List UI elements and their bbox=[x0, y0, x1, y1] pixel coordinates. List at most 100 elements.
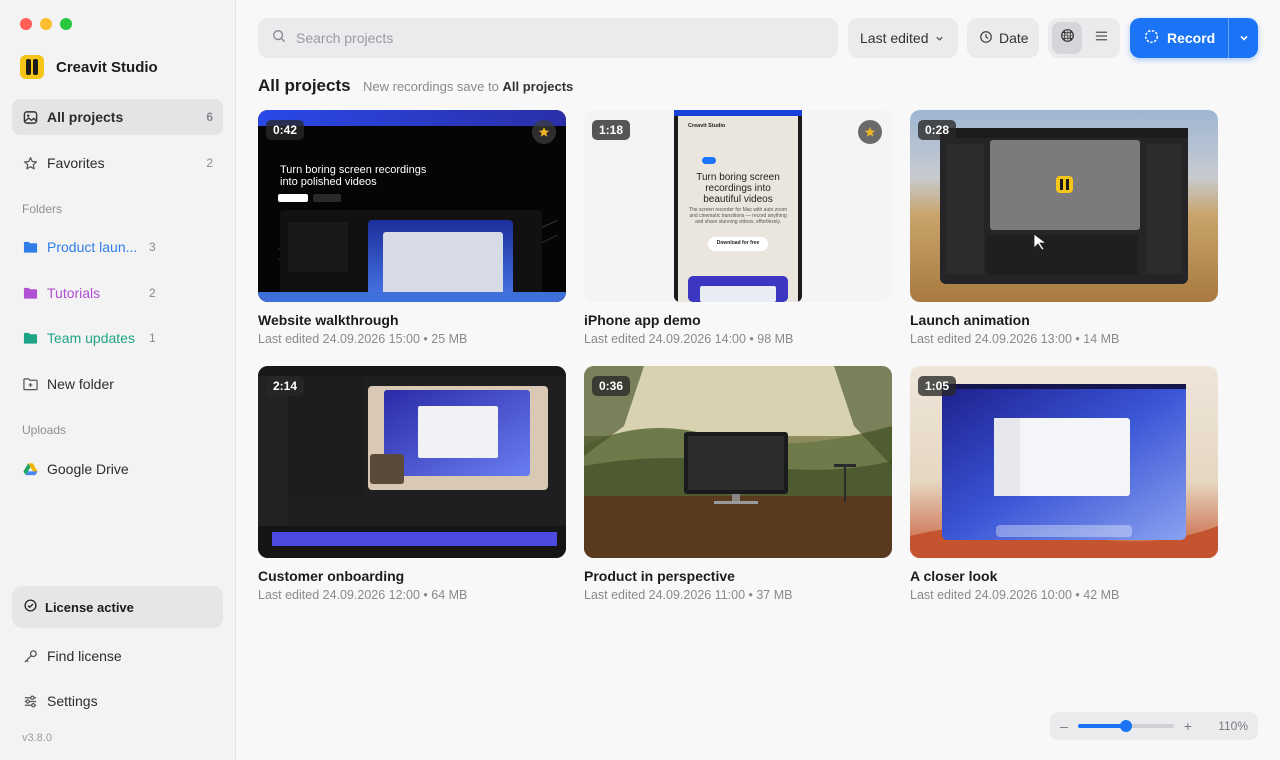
duration-badge: 2:14 bbox=[266, 376, 305, 396]
key-icon bbox=[22, 648, 38, 664]
zoom-control: – + 110% bbox=[1050, 712, 1258, 740]
count-badge: 6 bbox=[206, 110, 213, 124]
record-button[interactable]: Record bbox=[1130, 18, 1228, 58]
folders-section-label: Folders bbox=[22, 202, 63, 216]
folder-icon bbox=[22, 285, 38, 301]
grid-icon bbox=[1060, 28, 1075, 48]
app-name: Creavit Studio bbox=[56, 58, 158, 76]
duration-badge: 1:18 bbox=[592, 120, 631, 140]
project-title: Product in perspective bbox=[584, 568, 735, 584]
license-status[interactable]: License active bbox=[12, 586, 223, 628]
duration-badge: 1:05 bbox=[918, 376, 957, 396]
thumbnail-cta: Download for free bbox=[716, 240, 760, 246]
project-title: Launch animation bbox=[910, 312, 1030, 328]
save-location-prefix: New recordings save to bbox=[363, 79, 499, 94]
favorite-star-icon[interactable] bbox=[532, 120, 556, 144]
save-location-note: New recordings save to All projects bbox=[363, 79, 573, 94]
list-icon bbox=[1095, 29, 1108, 47]
sidebar-folder-team-updates[interactable]: Team updates 1 bbox=[12, 320, 223, 356]
page-title: All projects bbox=[258, 76, 351, 95]
photo-icon bbox=[22, 109, 38, 125]
project-meta: Last edited 24.09.2026 13:00 • 14 MB bbox=[910, 332, 1120, 346]
search-input[interactable] bbox=[296, 30, 824, 46]
project-meta: Last edited 24.09.2026 14:00 • 98 MB bbox=[584, 332, 794, 346]
new-folder-button[interactable]: New folder bbox=[12, 366, 223, 402]
zoom-slider-handle[interactable] bbox=[1119, 720, 1132, 732]
sort-label: Last edited bbox=[860, 30, 929, 46]
zoom-out-button[interactable]: – bbox=[1060, 718, 1068, 734]
sort-dropdown[interactable]: Last edited bbox=[848, 18, 958, 58]
sidebar-item-favorites[interactable]: Favorites 2 bbox=[12, 145, 223, 181]
minimize-window-button[interactable] bbox=[40, 18, 52, 30]
project-card[interactable]: 0:28 Launch animation Last edited 24.09.… bbox=[910, 110, 1218, 346]
search-icon bbox=[272, 29, 286, 48]
project-title: A closer look bbox=[910, 568, 998, 584]
thumbnail-body: The screen recorder for Mac with auto zo… bbox=[688, 207, 788, 225]
sidebar: Creavit Studio All projects 6 Favorites … bbox=[0, 0, 236, 760]
search-bar[interactable] bbox=[258, 18, 838, 58]
folder-label: Tutorials bbox=[47, 285, 101, 301]
project-card[interactable]: Creavit Studio Turn boring screen record… bbox=[584, 110, 892, 346]
record-label: Record bbox=[1167, 30, 1216, 46]
brand: Creavit Studio bbox=[20, 55, 158, 79]
license-label: License active bbox=[45, 599, 134, 615]
uploads-section-label: Uploads bbox=[22, 423, 67, 437]
thumbnail-headline: Turn boring screen recordings into beaut… bbox=[696, 172, 780, 205]
app-logo-icon bbox=[20, 55, 44, 79]
check-circle-icon bbox=[24, 599, 37, 615]
clock-icon bbox=[979, 30, 993, 47]
settings-label: Settings bbox=[47, 693, 98, 709]
sidebar-folder-tutorials[interactable]: Tutorials 2 bbox=[12, 275, 223, 311]
close-window-button[interactable] bbox=[20, 18, 32, 30]
duration-badge: 0:36 bbox=[592, 376, 631, 396]
sidebar-folder-product-launch[interactable]: Product laun... 3 bbox=[12, 229, 223, 265]
count-badge: 1 bbox=[149, 331, 156, 345]
record-options-button[interactable] bbox=[1229, 18, 1258, 58]
favorite-star-icon[interactable] bbox=[858, 120, 882, 144]
star-icon bbox=[22, 155, 38, 171]
date-filter-button[interactable]: Date bbox=[967, 18, 1039, 58]
save-location-target[interactable]: All projects bbox=[502, 79, 573, 94]
project-meta: Last edited 24.09.2026 10:00 • 42 MB bbox=[910, 588, 1120, 602]
project-title: Website walkthrough bbox=[258, 312, 399, 328]
find-license-button[interactable]: Find license bbox=[12, 638, 223, 674]
project-thumbnail: Creavit Studio Turn boring screen record… bbox=[584, 110, 892, 302]
view-toggle bbox=[1048, 18, 1120, 58]
folder-plus-icon bbox=[22, 376, 38, 392]
zoom-level-label: 110% bbox=[1218, 719, 1248, 733]
google-drive-icon bbox=[22, 461, 38, 477]
thumbnail-headline: Turn boring screen recordings into polis… bbox=[280, 164, 427, 188]
zoom-slider[interactable] bbox=[1077, 720, 1174, 732]
project-thumbnail: 0:28 bbox=[910, 110, 1218, 302]
duration-badge: 0:28 bbox=[918, 120, 957, 140]
project-card[interactable]: 1:05 A closer look Last edited 24.09.202… bbox=[910, 366, 1218, 602]
project-thumbnail: Turn boring screen recordings into polis… bbox=[258, 110, 566, 302]
find-license-label: Find license bbox=[47, 648, 122, 664]
chevron-down-icon bbox=[1239, 30, 1249, 46]
project-card[interactable]: 0:36 Product in perspective Last edited … bbox=[584, 366, 892, 602]
record-icon bbox=[1144, 29, 1159, 47]
list-view-button[interactable] bbox=[1086, 22, 1116, 54]
project-card[interactable]: 2:14 Customer onboarding Last edited 24.… bbox=[258, 366, 566, 602]
project-meta: Last edited 24.09.2026 11:00 • 37 MB bbox=[584, 588, 793, 602]
count-badge: 2 bbox=[206, 156, 213, 170]
sidebar-item-label: Favorites bbox=[47, 155, 105, 171]
zoom-window-button[interactable] bbox=[60, 18, 72, 30]
window-controls bbox=[20, 18, 72, 30]
thumbnail-brand: Creavit Studio bbox=[688, 123, 726, 129]
chevron-down-icon bbox=[935, 30, 944, 46]
sliders-icon bbox=[22, 693, 38, 709]
count-badge: 2 bbox=[149, 286, 156, 300]
zoom-in-button[interactable]: + bbox=[1184, 718, 1192, 734]
google-drive-label: Google Drive bbox=[47, 461, 129, 477]
duration-badge: 0:42 bbox=[266, 120, 305, 140]
project-card[interactable]: Turn boring screen recordings into polis… bbox=[258, 110, 566, 346]
sidebar-item-google-drive[interactable]: Google Drive bbox=[12, 451, 223, 487]
folder-label: Product laun... bbox=[47, 239, 138, 255]
settings-button[interactable]: Settings bbox=[12, 683, 223, 719]
sidebar-item-all-projects[interactable]: All projects 6 bbox=[12, 99, 223, 135]
zoom-slider-fill bbox=[1077, 724, 1126, 728]
project-title: iPhone app demo bbox=[584, 312, 701, 328]
project-meta: Last edited 24.09.2026 12:00 • 64 MB bbox=[258, 588, 468, 602]
grid-view-button[interactable] bbox=[1052, 22, 1082, 54]
